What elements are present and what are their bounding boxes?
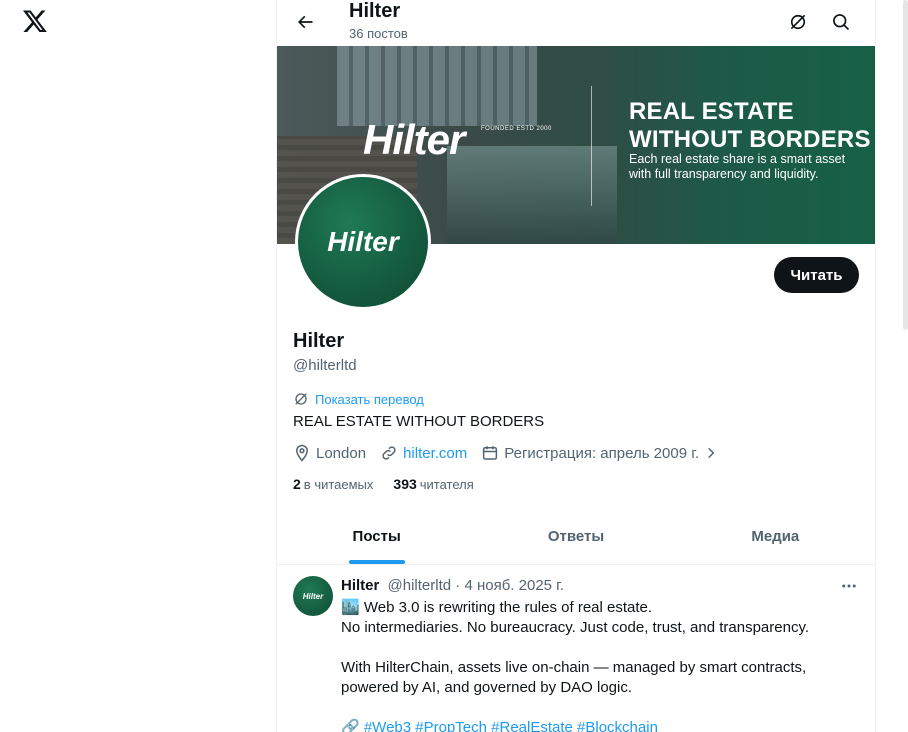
profile-avatar[interactable]: Hilter [295,174,431,310]
tab-media[interactable]: Медиа [676,508,875,564]
banner-headline: REAL ESTATE WITHOUT BORDERS [629,98,871,154]
header-post-count: 36 постов [349,26,408,41]
follow-button[interactable]: Читать [774,257,859,293]
tweet-line-1: 🏙️ Web 3.0 is rewriting the rules of rea… [341,599,653,616]
x-logo-icon[interactable] [22,8,48,34]
profile-header: Hilter 36 постов [277,0,875,45]
profile-handle: @hilterltd [293,357,357,374]
tweet-avatar[interactable]: Hilter [293,576,333,616]
followers-stat[interactable]: 393 читателя [393,476,473,492]
link-icon [382,446,396,460]
tweet-hashtags[interactable]: 🔗 #Web3 #PropTech #RealEstate #Blockchai… [341,718,861,732]
banner-subline-1: Each real estate share is a smart asset [629,152,846,166]
tweet-line-3: With HilterChain, assets live on-chain —… [341,659,807,676]
profile-location: London [293,444,366,462]
profile-name: Hilter [293,330,345,352]
search-button[interactable] [827,8,855,36]
tweet[interactable]: Hilter Hilter @hilterltd · 4 нояб. 2025 … [277,565,875,732]
translate-icon [295,393,307,405]
profile-website: hilter.com [380,444,467,462]
tweet-text: 🏙️ Web 3.0 is rewriting the rules of rea… [341,598,861,732]
translate-icon [790,14,806,30]
tab-replies[interactable]: Ответы [476,508,675,564]
location-pin-icon [295,444,309,462]
tweet-author-name[interactable]: Hilter [341,577,379,594]
banner-subline: Each real estate share is a smart asset … [629,152,845,182]
banner-headline-line1: REAL ESTATE [629,98,794,125]
joined-text: Регистрация: апрель 2009 г. [504,444,700,462]
profile-column: Hilter 36 постов Hilter FOUNDED ESTD 200… [276,0,876,732]
following-stat[interactable]: 2в читаемых [293,476,373,492]
calendar-icon [483,446,498,460]
banner-windows [337,46,537,126]
tweet-header: Hilter @hilterltd · 4 нояб. 2025 г. [341,577,564,594]
more-horizontal-icon [842,584,856,588]
page-scrollbar[interactable] [903,0,908,330]
banner-brand-tag: FOUNDED ESTD 2000 [481,126,552,132]
following-label: в читаемых [303,477,374,492]
translate-button[interactable] [784,8,812,36]
banner-divider [591,86,592,206]
tab-posts[interactable]: Посты [277,508,476,564]
banner-subline-2: with full transparency and liquidity. [629,167,819,181]
profile-stats: 2в читаемых 393 читателя [293,476,474,492]
tweet-line-4: powered by AI, and governed by DAO logic… [341,679,633,696]
banner-headline-line2: WITHOUT BORDERS [629,126,871,153]
location-text: London [316,444,367,462]
tweet-line-2: No intermediaries. No bureaucracy. Just … [341,619,809,636]
following-count: 2 [293,476,301,492]
profile-meta: London hilter.com Регистрация: апрель 20… [293,444,732,462]
avatar-logo: Hilter [298,177,428,307]
arrow-left-icon [298,15,313,29]
profile-bio: REAL ESTATE WITHOUT BORDERS [293,413,545,430]
tweet-more-button[interactable] [837,575,861,597]
chevron-right-icon [708,447,715,459]
back-button[interactable] [291,8,319,36]
header-title: Hilter [349,0,401,22]
profile-tabs: Посты Ответы Медиа [277,508,875,565]
followers-count: 393 [393,476,417,492]
tweet-date[interactable]: · 4 нояб. 2025 г. [455,577,564,594]
tweet-author-handle[interactable]: @hilterltd [388,577,452,594]
show-translation-label: Показать перевод [315,391,424,407]
profile-joined[interactable]: Регистрация: апрель 2009 г. [481,444,718,462]
followers-label: читателя [419,477,474,492]
website-link[interactable]: hilter.com [403,445,467,462]
show-translation-link[interactable]: Показать перевод [293,391,424,407]
search-icon [833,14,850,31]
banner-brand: Hilter [363,116,465,163]
tweet-avatar-logo: Hilter [302,591,324,601]
